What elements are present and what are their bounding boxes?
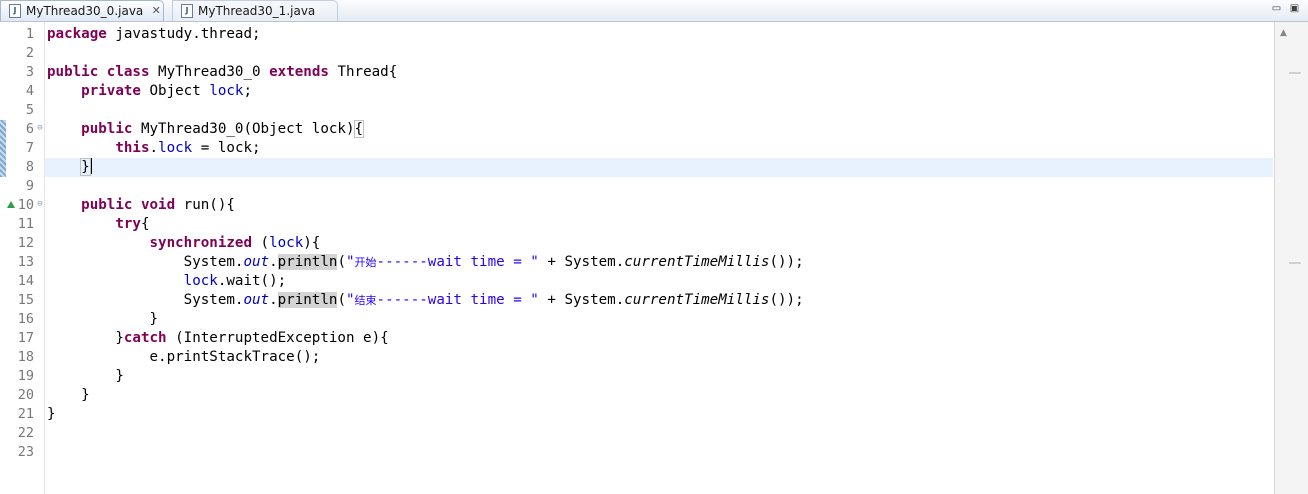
- line-number: 17: [17, 330, 34, 346]
- line-number: 14: [17, 273, 34, 289]
- eclipse-editor-window: J MyThread30_0.java ✕ J MyThread30_1.jav…: [0, 0, 1308, 494]
- code-line-3: 3 public class MyThread30_0 extends Thre…: [0, 63, 1308, 82]
- line-number: 3: [25, 64, 34, 80]
- code-text[interactable]: System.out.println("开始------wait time = …: [47, 253, 804, 272]
- editor-tab-bar: J MyThread30_0.java ✕ J MyThread30_1.jav…: [0, 0, 1308, 22]
- code-line-2: 2: [0, 44, 1308, 63]
- code-line-21: 21 }: [0, 405, 1308, 424]
- code-text[interactable]: }: [47, 405, 56, 424]
- code-line-8-current: 8 }: [0, 158, 1308, 177]
- line-number: 7: [25, 140, 34, 156]
- line-number: 12: [17, 235, 34, 251]
- code-text[interactable]: synchronized (lock){: [47, 234, 321, 253]
- code-text[interactable]: private Object lock;: [47, 82, 252, 101]
- code-line-4: 4 private Object lock;: [0, 82, 1308, 101]
- code-text[interactable]: }: [47, 367, 124, 386]
- java-file-icon: J: [9, 4, 21, 18]
- code-line-15: 15 System.out.println("结束------wait time…: [0, 291, 1308, 310]
- code-line-19: 19 }: [0, 367, 1308, 386]
- code-text[interactable]: e.printStackTrace();: [47, 348, 320, 367]
- code-line-12: 12 synchronized (lock){: [0, 234, 1308, 253]
- code-line-5: 5: [0, 101, 1308, 120]
- code-text[interactable]: public class MyThread30_0 extends Thread…: [47, 63, 397, 82]
- line-number: 1: [25, 26, 34, 42]
- code-line-11: 11 try{: [0, 215, 1308, 234]
- code-line-22: 22: [0, 424, 1308, 443]
- code-text[interactable]: package javastudy.thread;: [47, 25, 261, 44]
- code-line-23: 23: [0, 443, 1308, 462]
- java-file-icon: J: [181, 4, 193, 18]
- code-text[interactable]: }: [47, 386, 90, 405]
- code-text[interactable]: try{: [47, 215, 149, 234]
- line-number: 18: [17, 349, 34, 365]
- line-number: 11: [17, 216, 34, 232]
- line-number: 13: [17, 254, 34, 270]
- line-number: 10: [17, 197, 34, 213]
- tab-label: MyThread30_0.java: [26, 4, 144, 18]
- code-text[interactable]: }: [47, 158, 92, 177]
- code-text[interactable]: public MyThread30_0(Object lock){: [47, 120, 365, 139]
- code-line-14: 14 lock.wait();: [0, 272, 1308, 291]
- line-number: 21: [17, 406, 34, 422]
- code-line-9: 9: [0, 177, 1308, 196]
- text-caret: [90, 158, 92, 174]
- tab-mythread30-0[interactable]: J MyThread30_0.java ✕: [0, 0, 164, 21]
- minimize-icon[interactable]: ▭: [1270, 3, 1283, 15]
- code-line-10: 10 ⊖ public void run(){: [0, 196, 1308, 215]
- fold-collapse-icon[interactable]: ⊖: [36, 124, 44, 133]
- code-line-13: 13 System.out.println("开始------wait time…: [0, 253, 1308, 272]
- line-number: 15: [17, 292, 34, 308]
- tab-mythread30-1[interactable]: J MyThread30_1.java: [172, 0, 338, 21]
- code-text[interactable]: this.lock = lock;: [47, 139, 260, 158]
- code-line-16: 16 }: [0, 310, 1308, 329]
- line-number: 23: [17, 444, 34, 460]
- code-text[interactable]: System.out.println("结束------wait time = …: [47, 291, 804, 310]
- maximize-icon[interactable]: ▣: [1288, 3, 1301, 15]
- close-icon[interactable]: ✕: [151, 5, 161, 16]
- code-text[interactable]: }catch (InterruptedException e){: [47, 329, 388, 348]
- code-line-20: 20 }: [0, 386, 1308, 405]
- code-line-6: 6 ⊖ public MyThread30_0(Object lock){: [0, 120, 1308, 139]
- line-number: 5: [25, 102, 34, 118]
- code-text[interactable]: lock.wait();: [47, 272, 287, 291]
- line-number: 20: [17, 387, 34, 403]
- code-line-7: 7 this.lock = lock;: [0, 139, 1308, 158]
- line-number: 16: [17, 311, 34, 327]
- line-number: 8: [25, 159, 34, 175]
- tab-label: MyThread30_1.java: [198, 4, 316, 18]
- line-number: 2: [25, 45, 34, 61]
- code-text[interactable]: public void run(){: [47, 196, 235, 215]
- line-number: 22: [17, 425, 34, 441]
- code-text[interactable]: }: [47, 310, 158, 329]
- current-line-highlight: [45, 158, 1273, 177]
- line-number: 19: [17, 368, 34, 384]
- code-line-17: 17 }catch (InterruptedException e){: [0, 329, 1308, 348]
- code-line-18: 18 e.printStackTrace();: [0, 348, 1308, 367]
- line-number: 6: [25, 121, 34, 137]
- code-line-1: 1 package javastudy.thread;: [0, 25, 1308, 44]
- line-number: 9: [25, 178, 34, 194]
- fold-collapse-icon[interactable]: ⊖: [36, 200, 44, 209]
- line-number: 4: [25, 83, 34, 99]
